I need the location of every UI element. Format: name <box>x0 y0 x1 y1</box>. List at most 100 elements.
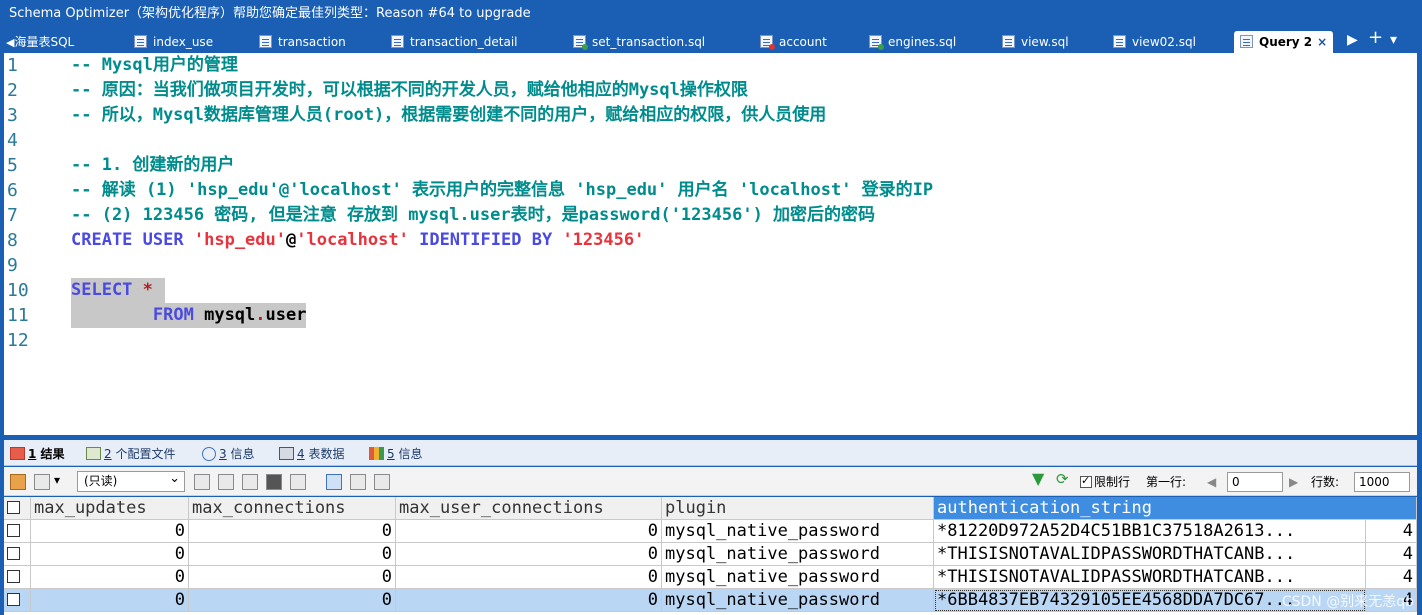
table-row[interactable]: 0 0 0 mysql_native_password *THISISNOTAV… <box>4 566 1417 589</box>
code-line[interactable]: 8 CREATE USER 'hsp_edu'@'localhost' IDEN… <box>4 228 1417 253</box>
grid-view-icon[interactable] <box>326 474 342 490</box>
save-icon[interactable] <box>242 474 258 490</box>
tab-view-sql[interactable]: view.sql <box>1002 31 1069 53</box>
code-statement-selected[interactable]: FROM mysql.user <box>71 303 307 328</box>
checkbox-icon[interactable] <box>7 524 20 537</box>
table-cell[interactable]: 0 <box>189 589 396 612</box>
reload-icon[interactable]: ⟳ <box>1056 471 1069 487</box>
table-row[interactable]: 0 0 0 mysql_native_password *6BB4837EB74… <box>4 589 1417 612</box>
table-cell[interactable]: 0 <box>189 520 396 543</box>
table-cell[interactable]: mysql_native_password <box>662 566 934 589</box>
code-line[interactable]: 4 <box>4 128 1417 153</box>
next-page-icon[interactable]: ▶ <box>1289 474 1298 490</box>
table-cell[interactable]: 0 <box>31 566 189 589</box>
form-view-icon[interactable] <box>350 474 366 490</box>
grid-options-icon[interactable] <box>34 474 50 490</box>
checkbox-icon[interactable] <box>7 593 20 606</box>
table-row[interactable]: 0 0 0 mysql_native_password *81220D972A5… <box>4 520 1417 543</box>
table-cell[interactable]: 0 <box>396 566 662 589</box>
chevron-down-icon[interactable]: ▾ <box>1390 31 1397 49</box>
table-cell[interactable]: *THISISNOTAVALIDPASSWORDTHATCANB... <box>934 543 1366 566</box>
table-cell[interactable]: 4 <box>1366 543 1417 566</box>
column-header[interactable]: max_updates <box>31 497 189 520</box>
column-header[interactable]: max_connections <box>189 497 396 520</box>
tab-transaction[interactable]: transaction <box>259 31 346 53</box>
table-cell[interactable]: *81220D972A52D4C51BB1C37518A2613... <box>934 520 1366 543</box>
table-cell[interactable]: 0 <box>31 543 189 566</box>
table-cell[interactable]: 0 <box>396 520 662 543</box>
first-row-input[interactable]: 0 <box>1227 472 1283 492</box>
result-tab-results[interactable]: 1 结果 <box>10 444 65 464</box>
tab-set-transaction-sql[interactable]: set_transaction.sql <box>573 31 705 53</box>
table-cell[interactable]: mysql_native_password <box>662 589 934 612</box>
table-cell[interactable]: 0 <box>396 543 662 566</box>
dropdown-arrow-icon[interactable]: ▾ <box>54 472 60 488</box>
tab-nav-left[interactable]: ◀海量表SQL <box>6 31 74 53</box>
code-statement[interactable]: CREATE USER 'hsp_edu'@'localhost' IDENTI… <box>71 228 644 253</box>
tab-label[interactable]: Query 2 <box>1259 35 1312 49</box>
mode-select[interactable]: (只读) <box>77 469 185 492</box>
result-tab-profiles[interactable]: 2 个配置文件 <box>86 444 175 464</box>
tab-index-use[interactable]: index_use <box>134 31 213 53</box>
sql-editor[interactable]: 1 -- Mysql用户的管理 2 -- 原因：当我们做项目开发时，可以根据不同… <box>4 53 1417 435</box>
table-cell[interactable]: 0 <box>189 566 396 589</box>
code-line[interactable]: 6 -- 解读 (1) 'hsp_edu'@'localhost' 表示用户的完… <box>4 178 1417 203</box>
select-all-checkbox[interactable] <box>4 497 31 520</box>
code-line[interactable]: 2 -- 原因：当我们做项目开发时，可以根据不同的开发人员，赋给他相应的Mysq… <box>4 78 1417 103</box>
tab-label[interactable]: view.sql <box>1021 35 1069 49</box>
code-line[interactable]: 12 <box>4 328 1417 353</box>
tab-query-2[interactable]: Query 2 × <box>1234 31 1334 53</box>
tab-label[interactable]: engines.sql <box>888 35 956 49</box>
tab-account[interactable]: account <box>760 31 827 53</box>
tab-label[interactable]: set_transaction.sql <box>592 35 705 49</box>
checkbox-icon[interactable] <box>7 570 20 583</box>
code-comment[interactable]: -- Mysql用户的管理 <box>71 53 238 78</box>
table-cell[interactable]: *THISISNOTAVALIDPASSWORDTHATCANB... <box>934 566 1366 589</box>
table-cell[interactable]: 0 <box>31 520 189 543</box>
tab-label[interactable]: account <box>779 35 827 49</box>
tab-view02-sql[interactable]: view02.sql <box>1113 31 1196 53</box>
tab-transaction-detail[interactable]: transaction_detail <box>391 31 518 53</box>
text-view-icon[interactable] <box>374 474 390 490</box>
table-row[interactable]: 0 0 0 mysql_native_password *THISISNOTAV… <box>4 543 1417 566</box>
refresh-grid-icon[interactable] <box>290 474 306 490</box>
code-line[interactable]: 10 SELECT * <box>4 278 1417 303</box>
tab-label[interactable]: index_use <box>153 35 213 49</box>
table-cell[interactable]: 0 <box>189 543 396 566</box>
result-tab-history[interactable]: 5 信息 <box>369 444 422 464</box>
code-comment[interactable]: -- 解读 (1) 'hsp_edu'@'localhost' 表示用户的完整信… <box>71 178 933 203</box>
tab-engines-sql[interactable]: engines.sql <box>869 31 956 53</box>
checkbox-icon[interactable] <box>7 501 20 514</box>
code-line[interactable]: 1 -- Mysql用户的管理 <box>4 53 1417 78</box>
row-checkbox[interactable] <box>4 543 31 566</box>
chevron-right-icon[interactable]: ▶ <box>1347 31 1358 49</box>
column-header[interactable]: authentication_string <box>934 497 1417 520</box>
code-line[interactable]: 3 -- 所以，Mysql数据库管理人员(root)，根据需要创建不同的用户，赋… <box>4 103 1417 128</box>
code-line[interactable]: 9 <box>4 253 1417 278</box>
table-cell[interactable]: mysql_native_password <box>662 520 934 543</box>
result-grid[interactable]: max_updates max_connections max_user_con… <box>4 497 1417 615</box>
add-tab-icon[interactable]: + <box>1368 29 1383 47</box>
code-comment[interactable]: -- 1. 创建新的用户 <box>71 153 234 178</box>
column-header[interactable]: max_user_connections <box>396 497 662 520</box>
tab-label[interactable]: 海量表SQL <box>14 35 74 49</box>
code-statement-selected[interactable]: SELECT * <box>71 278 165 303</box>
code-line[interactable]: 5 -- 1. 创建新的用户 <box>4 153 1417 178</box>
table-cell[interactable]: 0 <box>31 589 189 612</box>
row-checkbox[interactable] <box>4 589 31 612</box>
prev-page-icon[interactable]: ◀ <box>1207 474 1216 490</box>
duplicate-icon[interactable] <box>218 474 234 490</box>
tab-label[interactable]: view02.sql <box>1132 35 1196 49</box>
code-line[interactable]: 7 -- (2) 123456 密码, 但是注意 存放到 mysql.user表… <box>4 203 1417 228</box>
code-comment[interactable]: -- 所以，Mysql数据库管理人员(root)，根据需要创建不同的用户，赋给相… <box>71 103 826 128</box>
checkbox-icon[interactable] <box>7 547 20 560</box>
column-header[interactable]: plugin <box>662 497 934 520</box>
tab-label[interactable]: transaction <box>278 35 346 49</box>
table-cell[interactable]: 4 <box>1366 520 1417 543</box>
code-comment[interactable]: -- 原因：当我们做项目开发时，可以根据不同的开发人员，赋给他相应的Mysql操… <box>71 78 748 103</box>
row-checkbox[interactable] <box>4 566 31 589</box>
delete-icon[interactable] <box>266 474 282 490</box>
close-icon[interactable]: × <box>1317 35 1327 49</box>
filter-icon[interactable]: ▼ <box>1032 471 1044 487</box>
table-cell[interactable]: 0 <box>396 589 662 612</box>
